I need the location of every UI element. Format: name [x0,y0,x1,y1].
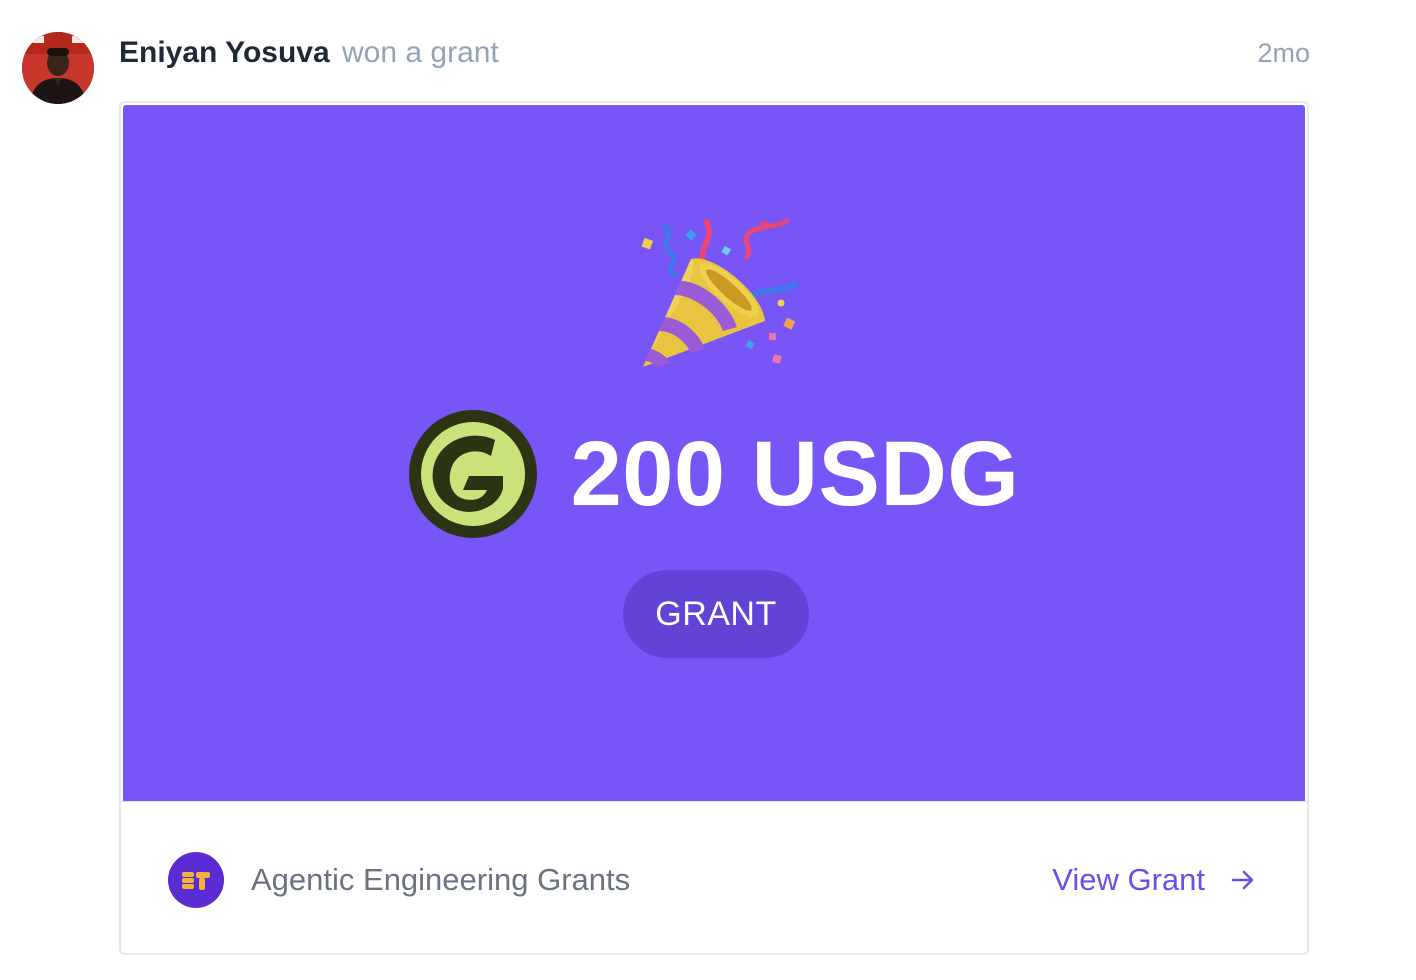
grant-banner: 200 USDG GRANT [123,105,1305,801]
activity-action: won a grant [342,36,499,69]
grant-activity-item: Eniyan Yosuva won a grant 2mo 200 USDG G… [0,0,1416,980]
activity-headline: Eniyan Yosuva won a grant [119,34,499,72]
grant-card[interactable]: 200 USDG GRANT Agentic Engineering Grant… [119,101,1309,955]
sponsor-name[interactable]: Agentic Engineering Grants [251,860,630,900]
timestamp: 2mo [1257,38,1310,68]
view-grant-link[interactable]: View Grant [1052,860,1257,900]
usdg-token-icon [408,410,537,538]
arrow-right-icon [1231,870,1254,890]
party-popper-icon [641,218,798,367]
superteam-logo-icon [182,872,210,890]
grant-card-footer: Agentic Engineering Grants View Grant [121,801,1307,953]
grant-type-badge: GRANT [623,570,809,658]
sponsor-logo [168,852,224,908]
avatar-image [22,32,94,104]
user-name[interactable]: Eniyan Yosuva [119,36,330,69]
grant-amount: 200 USDG [570,423,1020,525]
avatar[interactable] [22,32,94,104]
amount-row: 200 USDG [123,410,1305,538]
view-grant-label: View Grant [1052,862,1205,897]
